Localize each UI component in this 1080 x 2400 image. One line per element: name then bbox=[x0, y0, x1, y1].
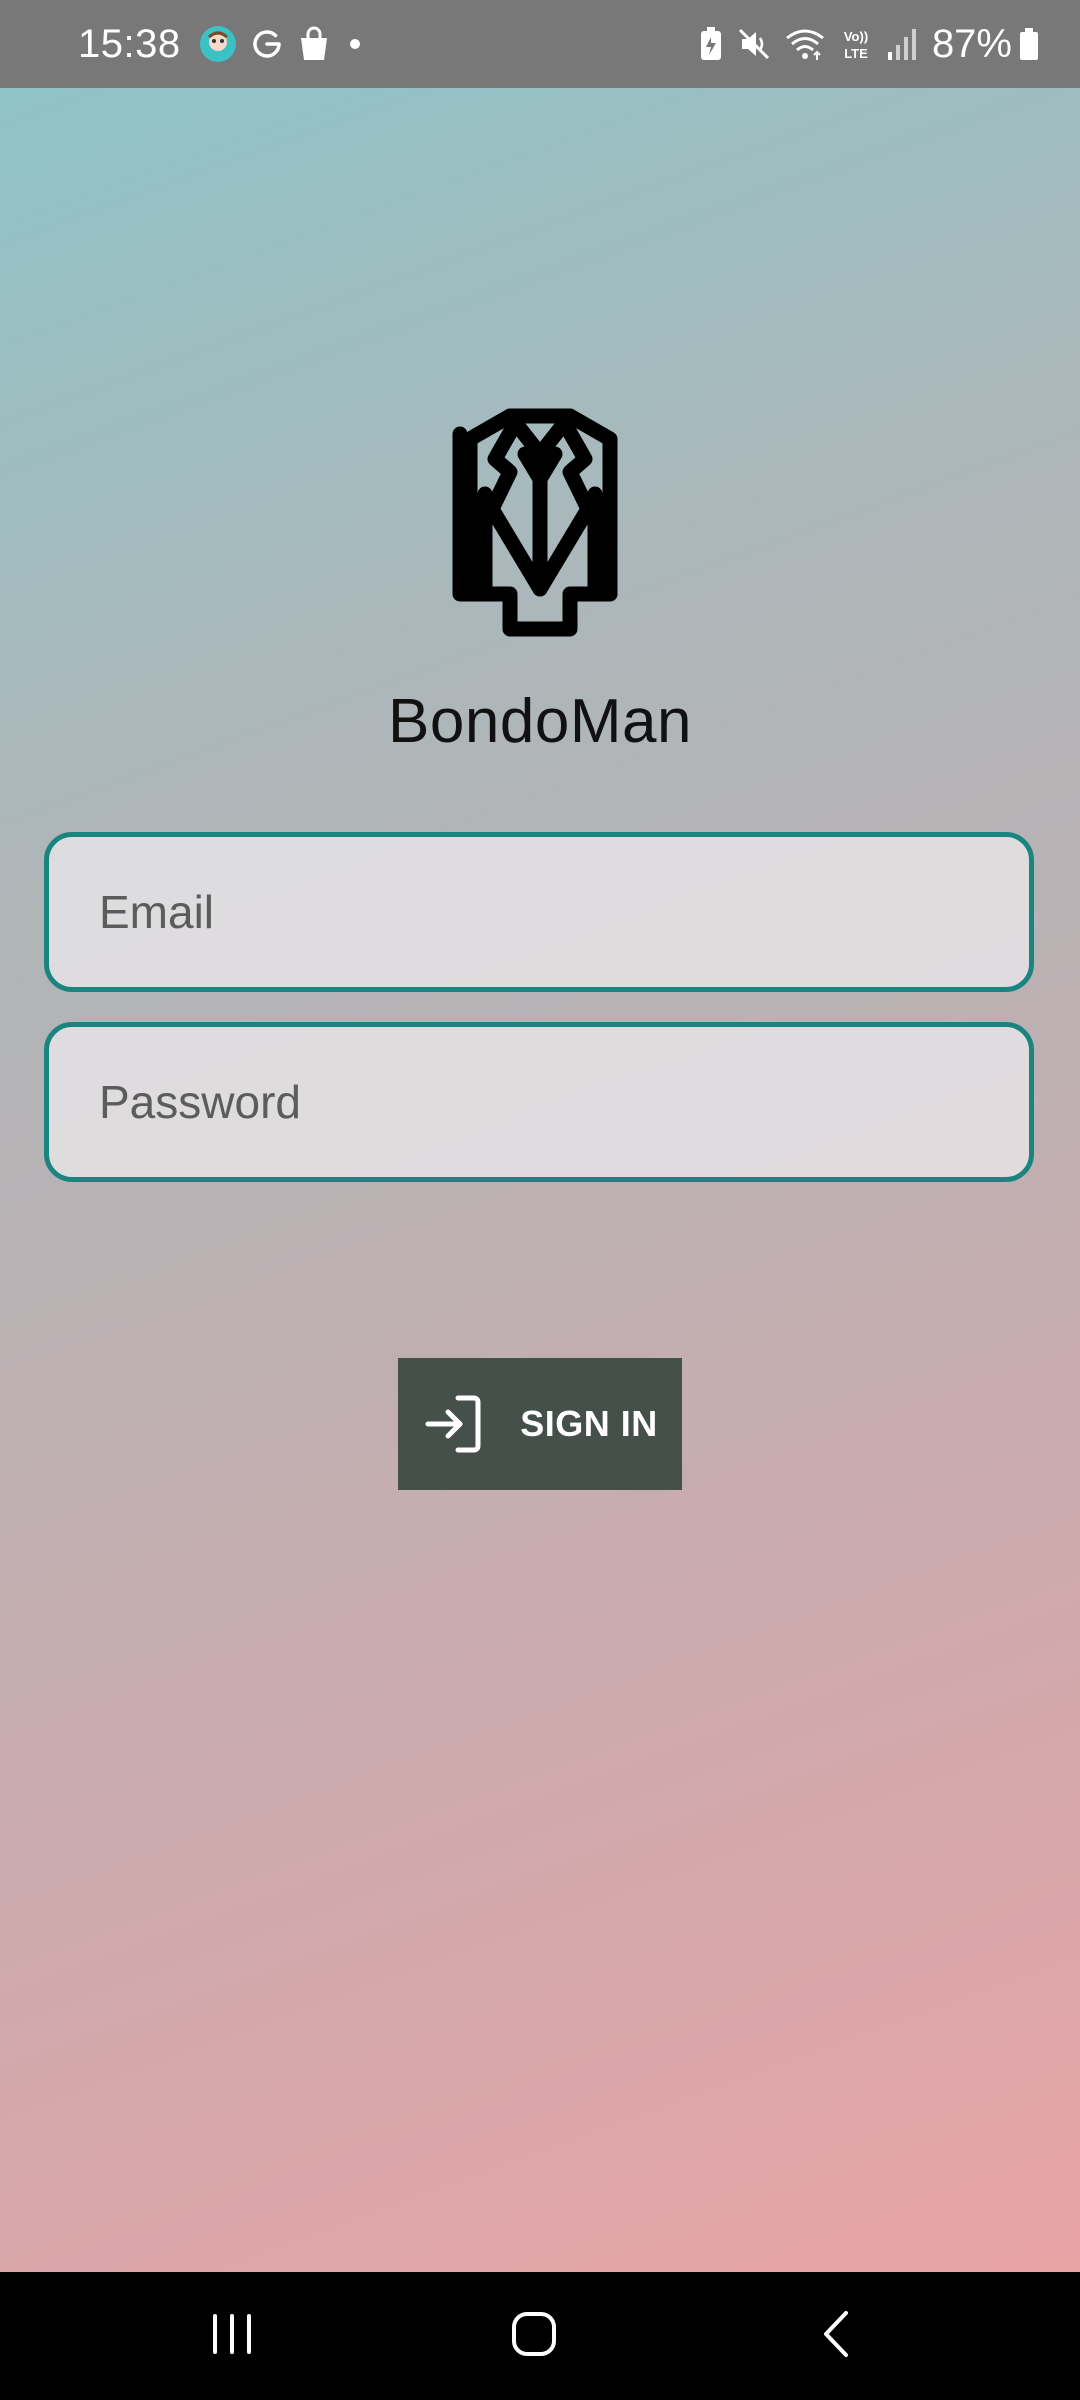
dot-icon bbox=[343, 32, 367, 56]
battery-icon bbox=[1018, 26, 1040, 62]
login-screen: BondoMan SIGN IN bbox=[0, 88, 1080, 2272]
recent-apps-icon bbox=[207, 2312, 257, 2361]
status-bar-left: 15:38 bbox=[78, 0, 373, 88]
back-button[interactable] bbox=[786, 2296, 886, 2376]
wifi-icon bbox=[784, 26, 826, 62]
login-icon bbox=[422, 1392, 486, 1456]
google-icon bbox=[249, 26, 285, 62]
battery-saver-icon bbox=[698, 26, 724, 62]
sign-in-label: SIGN IN bbox=[520, 1403, 658, 1444]
app-notification-icon bbox=[199, 25, 237, 63]
svg-text:LTE: LTE bbox=[844, 46, 868, 61]
battery-percent: 87% bbox=[931, 21, 1012, 66]
home-icon bbox=[509, 2309, 559, 2364]
sign-in-button[interactable]: SIGN IN bbox=[398, 1358, 682, 1490]
status-bar: 15:38 Vo)) LTE 87% bbox=[0, 0, 1080, 88]
navigation-bar bbox=[0, 2272, 1080, 2400]
email-input[interactable] bbox=[49, 837, 1029, 987]
volte-icon: Vo)) LTE bbox=[838, 26, 874, 62]
shopping-bag-icon bbox=[297, 26, 331, 62]
signal-icon bbox=[886, 26, 918, 62]
mute-icon bbox=[736, 26, 772, 62]
password-input[interactable] bbox=[49, 1027, 1029, 1177]
recent-apps-button[interactable] bbox=[182, 2296, 282, 2376]
svg-text:Vo)): Vo)) bbox=[844, 29, 868, 44]
app-title: BondoMan bbox=[388, 687, 692, 756]
back-icon bbox=[816, 2309, 856, 2364]
password-field-container[interactable] bbox=[44, 1022, 1034, 1182]
status-bar-right: Vo)) LTE 87% bbox=[692, 0, 1046, 88]
home-button[interactable] bbox=[484, 2296, 584, 2376]
suit-jacket-icon bbox=[420, 404, 660, 644]
email-field-container[interactable] bbox=[44, 832, 1034, 992]
status-time: 15:38 bbox=[78, 21, 181, 66]
